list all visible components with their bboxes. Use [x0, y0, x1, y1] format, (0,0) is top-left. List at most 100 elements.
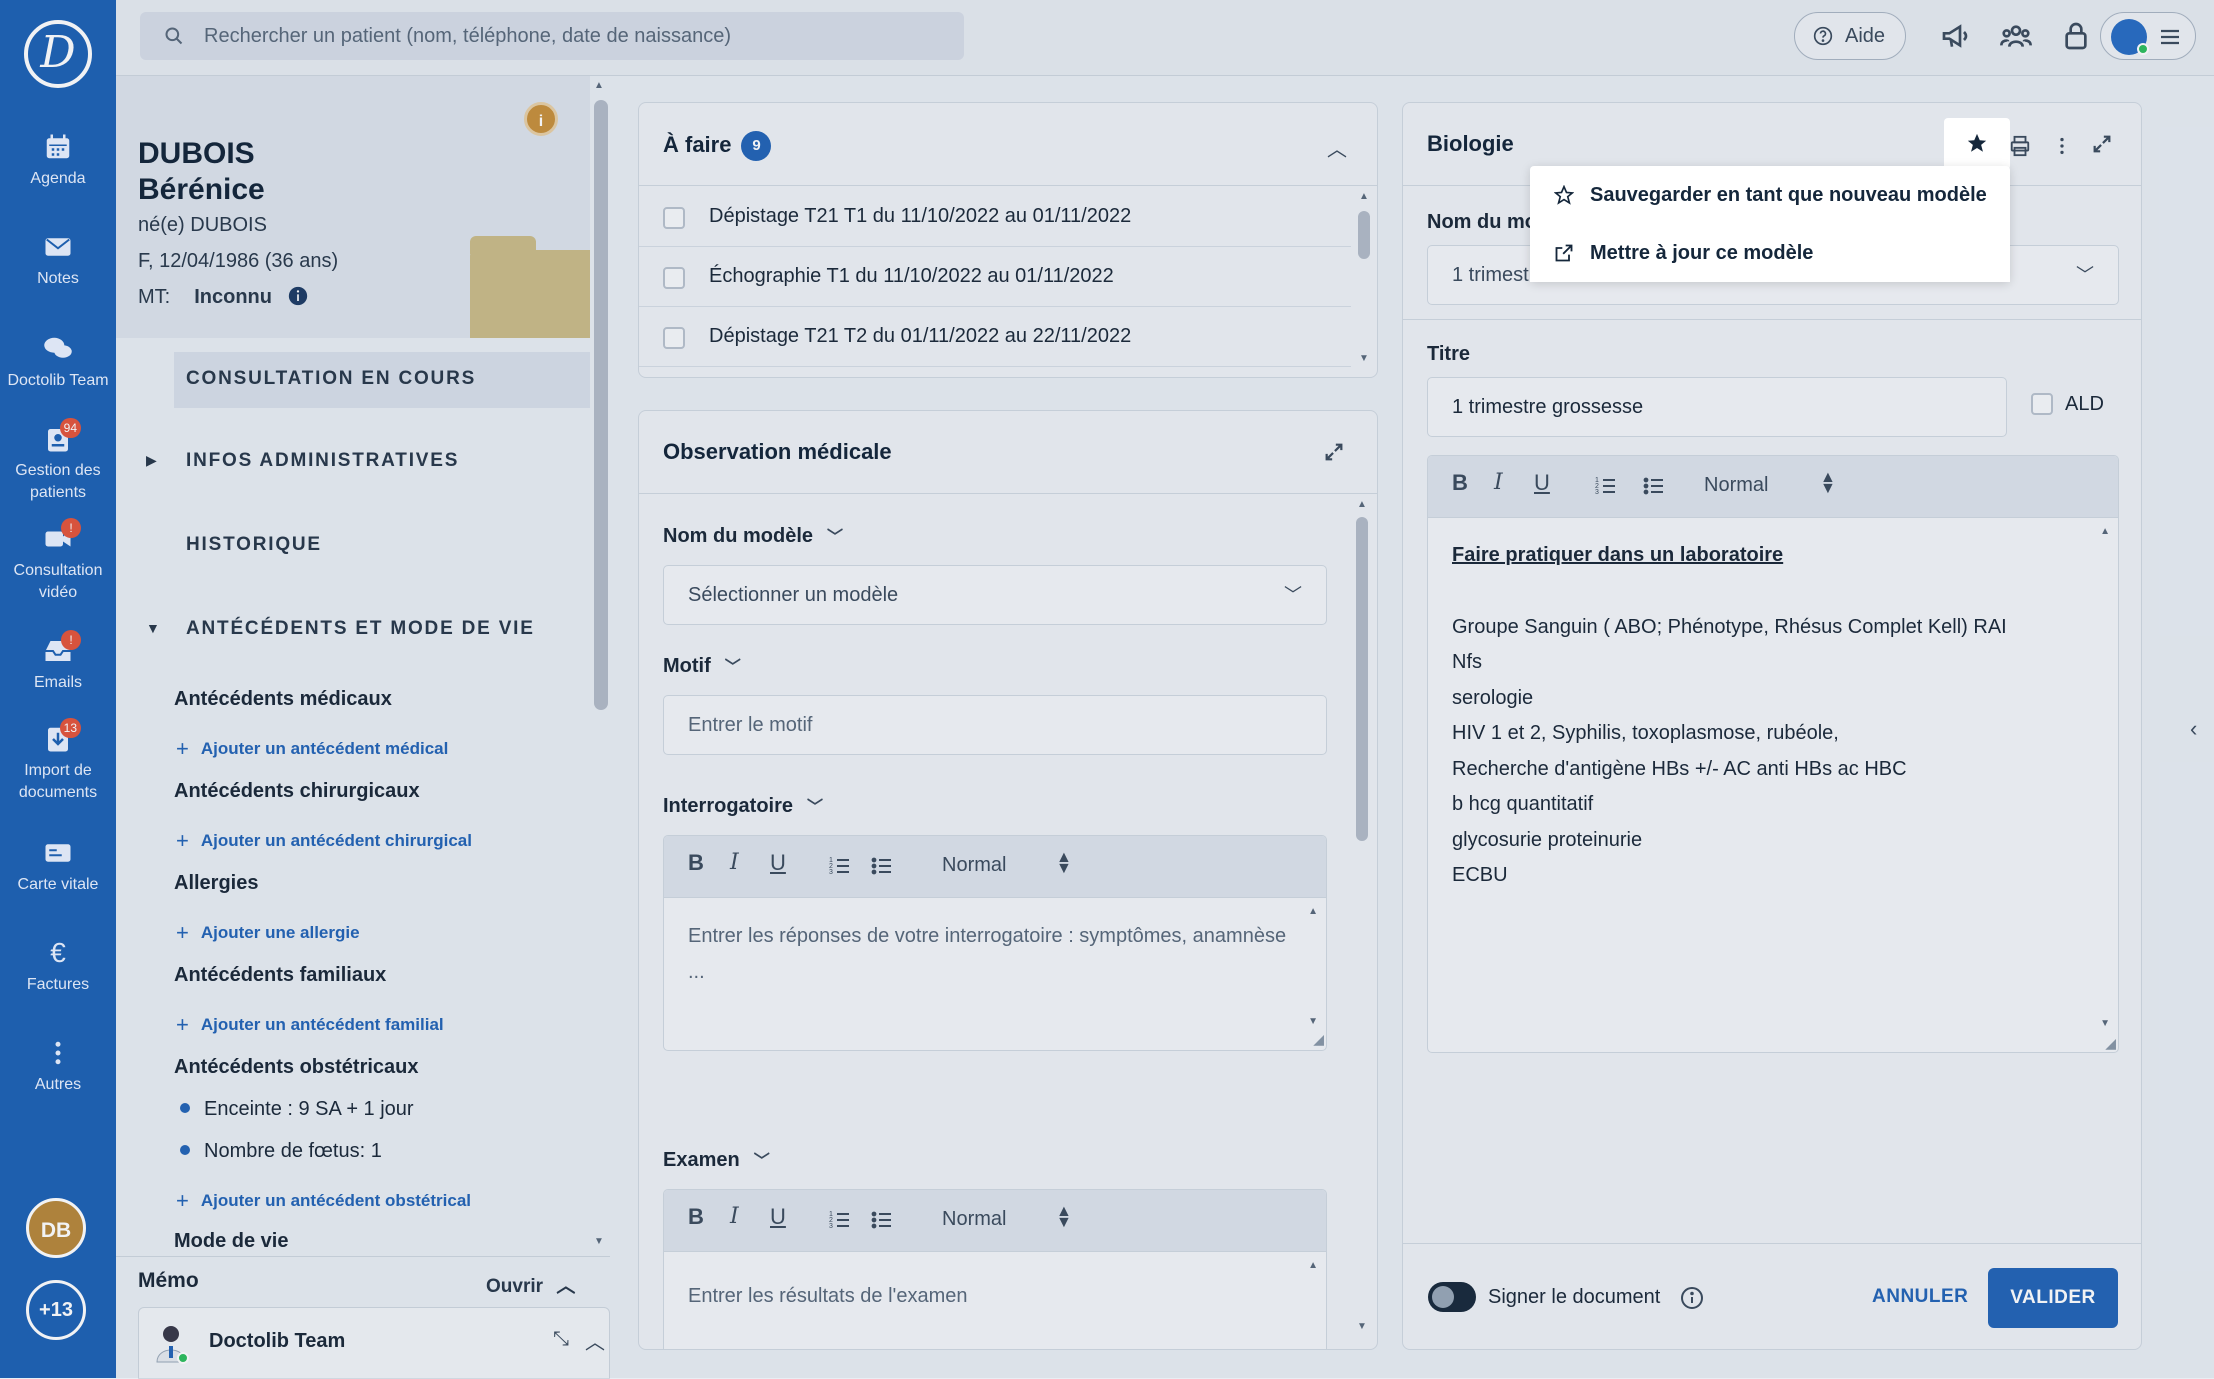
scroll-up-icon: ▲ [1357, 499, 1367, 510]
validate-button[interactable]: VALIDER [1988, 1268, 2118, 1328]
bullet-list-icon[interactable] [870, 854, 894, 878]
collapse-arrows-icon[interactable]: ⤡ [553, 1328, 569, 1351]
underline-button[interactable]: U [770, 1204, 786, 1230]
section-infos-administratives[interactable]: INFOS ADMINISTRATIVES [186, 450, 459, 472]
scroll-up-icon: ▲ [594, 80, 604, 91]
expand-icon[interactable] [1323, 441, 1345, 463]
notification-badge: ! [61, 518, 81, 538]
task-checkbox[interactable] [663, 327, 685, 349]
chevron-up-icon[interactable]: ︿ [585, 1326, 605, 1355]
ald-checkbox[interactable] [2031, 393, 2053, 415]
help-button[interactable]: Aide [1794, 12, 1906, 60]
lock-icon[interactable] [2060, 20, 2092, 52]
cancel-button[interactable]: ANNULER [1872, 1286, 1968, 1308]
info-icon[interactable] [1680, 1286, 1704, 1310]
table-row[interactable]: Échographie T1 du 11/10/2022 au 01/11/20… [639, 247, 1351, 307]
nav-item-doctolib-team[interactable]: Doctolib Team [0, 334, 116, 392]
task-label: Échographie T1 du 11/10/2022 au 01/11/20… [709, 265, 1114, 287]
scrollbar-thumb[interactable] [594, 100, 608, 710]
examen-editor[interactable]: B I U 123 Normal ▲ ▼ Entrer les résultats… [663, 1189, 1327, 1349]
nav-item-consultation-video[interactable]: ! Consultation vidéo [0, 518, 116, 604]
save-as-new-model-item[interactable]: Sauvegarder en tant que nouveau modèle [1530, 166, 2010, 224]
interrogatoire-label[interactable]: Interrogatoire ﹀ [663, 793, 823, 818]
doctolib-logo[interactable]: D [24, 20, 92, 88]
favorite-model-button[interactable] [1944, 118, 2010, 170]
print-icon[interactable] [2009, 135, 2031, 157]
expand-icon[interactable] [2091, 133, 2113, 155]
patient-scrollbar[interactable]: ▲ ▼ [590, 76, 612, 1256]
add-medical-link[interactable]: + Ajouter un antécédent médical [176, 736, 448, 762]
info-icon[interactable]: i [524, 102, 558, 136]
bio-title-input[interactable]: 1 trimestre grossesse [1427, 377, 2007, 437]
user-avatar[interactable]: DB [26, 1198, 86, 1258]
section-historique[interactable]: HISTORIQUE [186, 534, 322, 556]
bio-editor[interactable]: B I U 123 Normal ▲ ▼ Faire pratiquer dans… [1427, 455, 2119, 1053]
nav-item-gestion-patients[interactable]: 94 Gestion des patients [0, 418, 116, 504]
examen-placeholder: Entrer les résultats de l'examen [688, 1285, 968, 1307]
italic-button[interactable]: I [730, 850, 739, 875]
text-style-select[interactable]: Normal [942, 854, 1006, 877]
memo-open-button[interactable]: Ouvrir ︿ [486, 1271, 575, 1298]
nav-label: Carte vitale [17, 876, 99, 893]
italic-button[interactable]: I [1494, 470, 1503, 495]
team-icon[interactable] [2000, 20, 2032, 52]
task-checkbox[interactable] [663, 207, 685, 229]
nav-item-autres[interactable]: Autres [0, 1038, 116, 1096]
underline-button[interactable]: U [770, 850, 786, 876]
nav-item-emails[interactable]: ! Emails [0, 630, 116, 694]
antecedents-familiaux-title: Antécédents familiaux [174, 964, 387, 986]
text-style-select[interactable]: Normal [1704, 474, 1768, 497]
chevron-up-icon[interactable]: ︿ [1327, 133, 1347, 162]
nav-item-agenda[interactable]: Agenda [0, 132, 116, 190]
nav-item-notes[interactable]: Notes [0, 232, 116, 290]
nav-item-carte-vitale[interactable]: Carte vitale [0, 838, 116, 896]
model-select[interactable]: Sélectionner un modèle ﹀ [663, 565, 1327, 625]
user-menu-button[interactable] [2100, 12, 2196, 60]
bullet-list-icon[interactable] [870, 1208, 894, 1232]
task-checkbox[interactable] [663, 267, 685, 289]
underline-button[interactable]: U [1534, 470, 1550, 496]
bold-button[interactable]: B [688, 1204, 704, 1230]
nav-item-factures[interactable]: € Factures [0, 938, 116, 996]
more-vertical-icon[interactable] [2051, 135, 2073, 157]
todo-scrollbar[interactable]: ▲ ▼ [1355, 191, 1373, 371]
ordered-list-icon[interactable]: 123 [828, 854, 852, 878]
resize-handle-icon[interactable]: ◢ [1313, 1031, 1324, 1048]
sign-document-toggle[interactable] [1428, 1282, 1476, 1312]
bio-editor-content[interactable]: Faire pratiquer dans un laboratoire Grou… [1428, 518, 2118, 1052]
ordered-list-icon[interactable]: 123 [828, 1208, 852, 1232]
scrollbar-thumb[interactable] [1356, 517, 1368, 841]
text-style-select[interactable]: Normal [942, 1208, 1006, 1231]
resize-handle-icon[interactable]: ◢ [2105, 1035, 2116, 1052]
italic-button[interactable]: I [730, 1204, 739, 1229]
add-allergy-link[interactable]: + Ajouter une allergie [176, 920, 360, 946]
add-surgical-link[interactable]: + Ajouter un antécédent chirurgical [176, 828, 472, 854]
scrollbar-thumb[interactable] [1358, 211, 1370, 259]
model-name-label[interactable]: Nom du modèle ﹀ [663, 523, 843, 548]
motif-label[interactable]: Motif ﹀ [663, 653, 741, 678]
bullet-list-icon[interactable] [1642, 474, 1666, 498]
add-obstetric-link[interactable]: + Ajouter un antécédent obstétrical [176, 1188, 471, 1214]
info-icon[interactable] [288, 286, 308, 306]
nav-item-import-documents[interactable]: 13 Import de documents [0, 718, 116, 804]
bio-line: Recherche d'antigène HBs +/- AC anti HBs… [1452, 757, 1907, 780]
add-family-link[interactable]: + Ajouter un antécédent familial [176, 1012, 444, 1038]
table-row[interactable]: Dépistage T21 T2 du 01/11/2022 au 22/11/… [639, 307, 1351, 367]
megaphone-icon[interactable] [1940, 20, 1972, 52]
section-antecedents[interactable]: ANTÉCÉDENTS ET MODE DE VIE [186, 618, 535, 640]
more-accounts-button[interactable]: +13 [26, 1280, 86, 1340]
examen-label[interactable]: Examen ﹀ [663, 1147, 770, 1172]
bold-button[interactable]: B [688, 850, 704, 876]
bold-button[interactable]: B [1452, 470, 1468, 496]
memo-team-card[interactable]: Doctolib Team ⤡ ︿ [138, 1307, 610, 1379]
observation-scrollbar[interactable]: ▲ ▼ [1353, 499, 1371, 1335]
chevron-left-icon[interactable]: ‹ [2190, 716, 2197, 742]
motif-input[interactable]: Entrer le motif [663, 695, 1327, 755]
update-model-item[interactable]: Mettre à jour ce modèle [1530, 224, 2010, 282]
editor-toolbar: B I U 123 Normal ▲ ▼ [1428, 456, 2118, 518]
interrogatoire-editor[interactable]: B I U 123 Normal ▲ ▼ Entrer les réponses … [663, 835, 1327, 1051]
chevron-down-icon: ▼ [146, 620, 160, 636]
search-input[interactable] [202, 12, 942, 60]
table-row[interactable]: Dépistage T21 T1 du 11/10/2022 au 01/11/… [639, 187, 1351, 247]
ordered-list-icon[interactable]: 123 [1594, 474, 1618, 498]
